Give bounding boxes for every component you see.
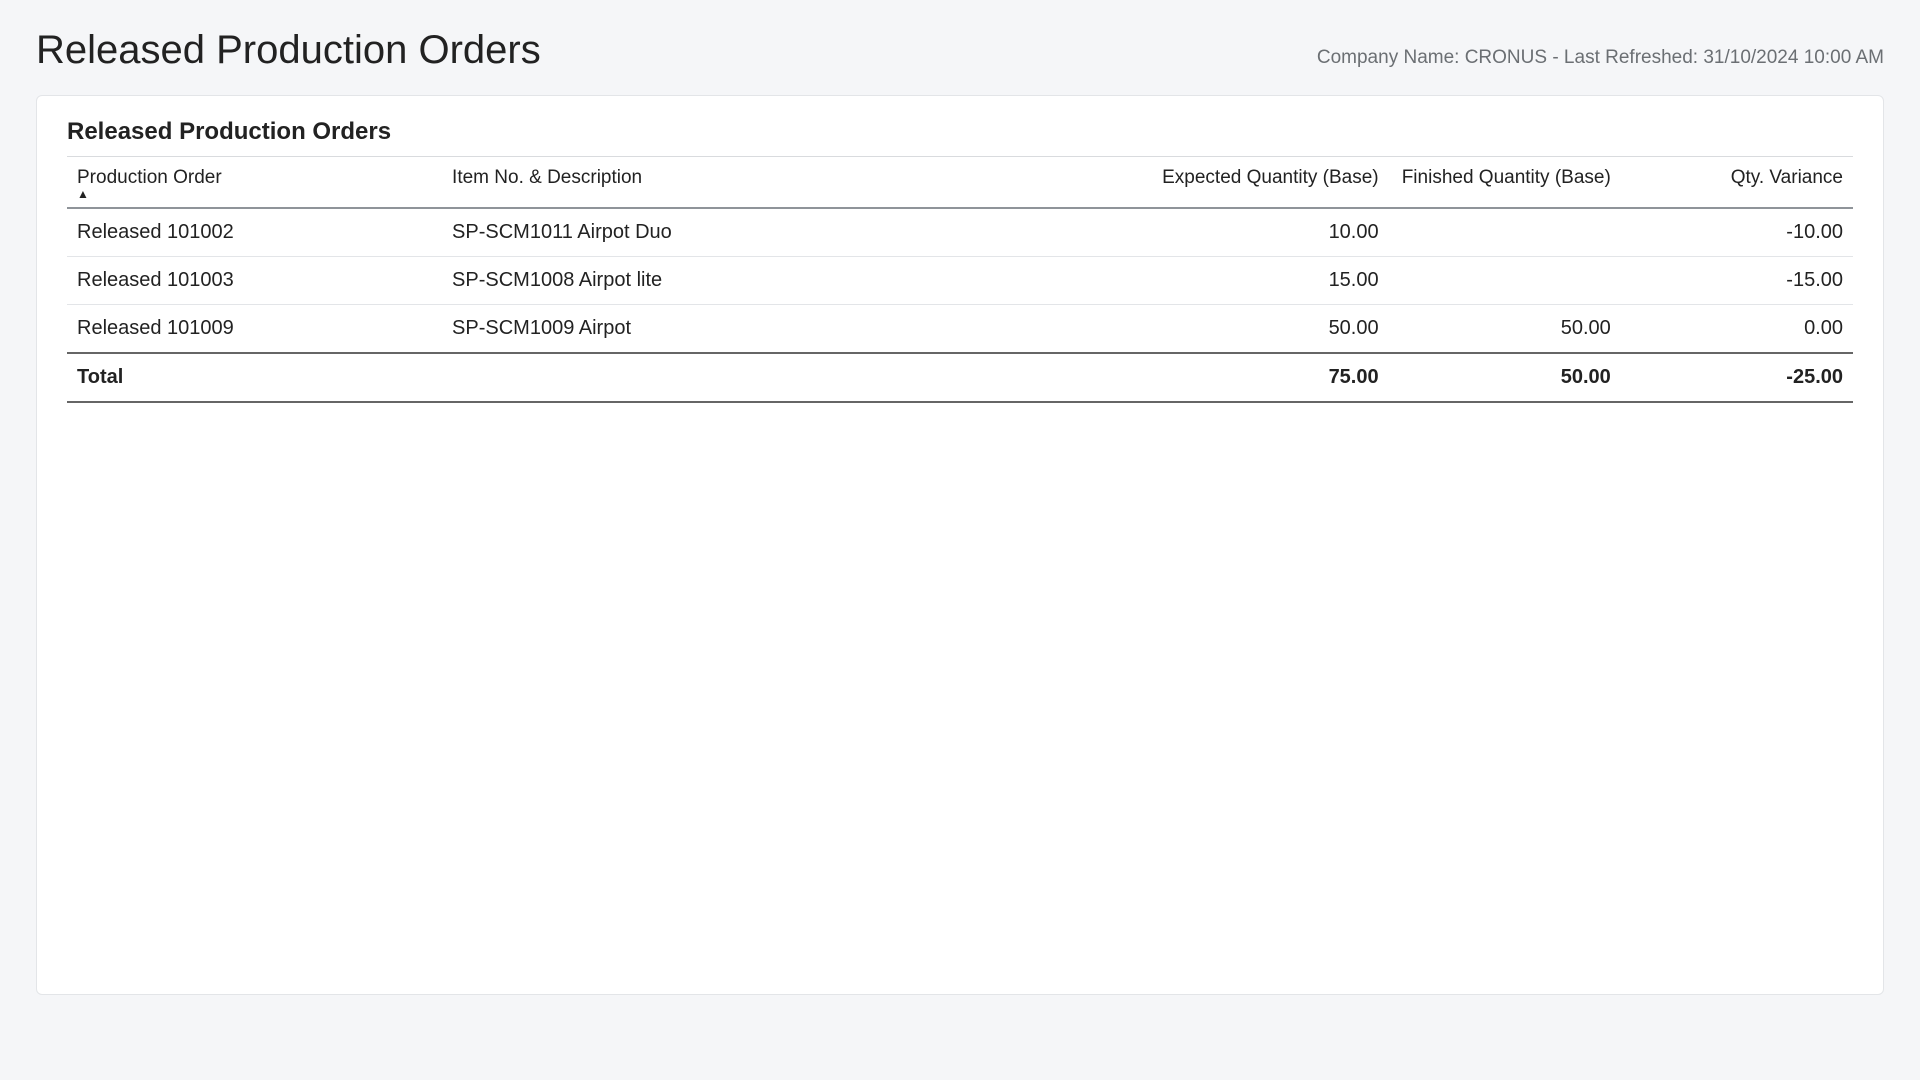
- orders-table: Production Order ▲ Item No. & Descriptio…: [67, 156, 1853, 403]
- report-header: Released Production Orders Company Name:…: [36, 28, 1884, 73]
- col-header-variance[interactable]: Qty. Variance: [1621, 157, 1853, 209]
- cell-item: SP-SCM1008 Airpot lite: [442, 257, 1121, 305]
- col-header-order[interactable]: Production Order ▲: [67, 157, 442, 209]
- col-header-label: Item No. & Description: [452, 167, 642, 188]
- cell-expected: 10.00: [1121, 208, 1389, 257]
- col-header-item[interactable]: Item No. & Description: [442, 157, 1121, 209]
- cell-variance: 0.00: [1621, 305, 1853, 354]
- cell-variance: -15.00: [1621, 257, 1853, 305]
- table-header-row: Production Order ▲ Item No. & Descriptio…: [67, 157, 1853, 209]
- col-header-expected[interactable]: Expected Quantity (Base): [1121, 157, 1389, 209]
- cell-order: Released 101009: [67, 305, 442, 354]
- report-card: Released Production Orders Production Or…: [36, 95, 1884, 995]
- cell-finished: [1389, 257, 1621, 305]
- table-total-row: Total 75.00 50.00 -25.00: [67, 353, 1853, 402]
- col-header-label: Qty. Variance: [1731, 167, 1843, 188]
- table-row: Released 101003 SP-SCM1008 Airpot lite 1…: [67, 257, 1853, 305]
- cell-finished: [1389, 208, 1621, 257]
- cell-order: Released 101002: [67, 208, 442, 257]
- col-header-label: Expected Quantity (Base): [1162, 167, 1379, 188]
- page-meta: Company Name: CRONUS - Last Refreshed: 3…: [1317, 47, 1884, 73]
- total-variance: -25.00: [1621, 353, 1853, 402]
- cell-item: SP-SCM1011 Airpot Duo: [442, 208, 1121, 257]
- cell-finished: 50.00: [1389, 305, 1621, 354]
- col-header-label: Production Order: [77, 167, 222, 188]
- cell-expected: 15.00: [1121, 257, 1389, 305]
- table-row: Released 101009 SP-SCM1009 Airpot 50.00 …: [67, 305, 1853, 354]
- sort-asc-icon: ▲: [77, 189, 432, 199]
- report-page: Released Production Orders Company Name:…: [0, 0, 1920, 1023]
- page-title: Released Production Orders: [36, 28, 541, 73]
- total-label: Total: [67, 353, 442, 402]
- total-finished: 50.00: [1389, 353, 1621, 402]
- col-header-label: Finished Quantity (Base): [1402, 167, 1611, 188]
- card-subtitle: Released Production Orders: [67, 118, 1853, 146]
- cell-expected: 50.00: [1121, 305, 1389, 354]
- cell-item: SP-SCM1009 Airpot: [442, 305, 1121, 354]
- cell-variance: -10.00: [1621, 208, 1853, 257]
- total-expected: 75.00: [1121, 353, 1389, 402]
- table-row: Released 101002 SP-SCM1011 Airpot Duo 10…: [67, 208, 1853, 257]
- col-header-finished[interactable]: Finished Quantity (Base): [1389, 157, 1621, 209]
- cell-order: Released 101003: [67, 257, 442, 305]
